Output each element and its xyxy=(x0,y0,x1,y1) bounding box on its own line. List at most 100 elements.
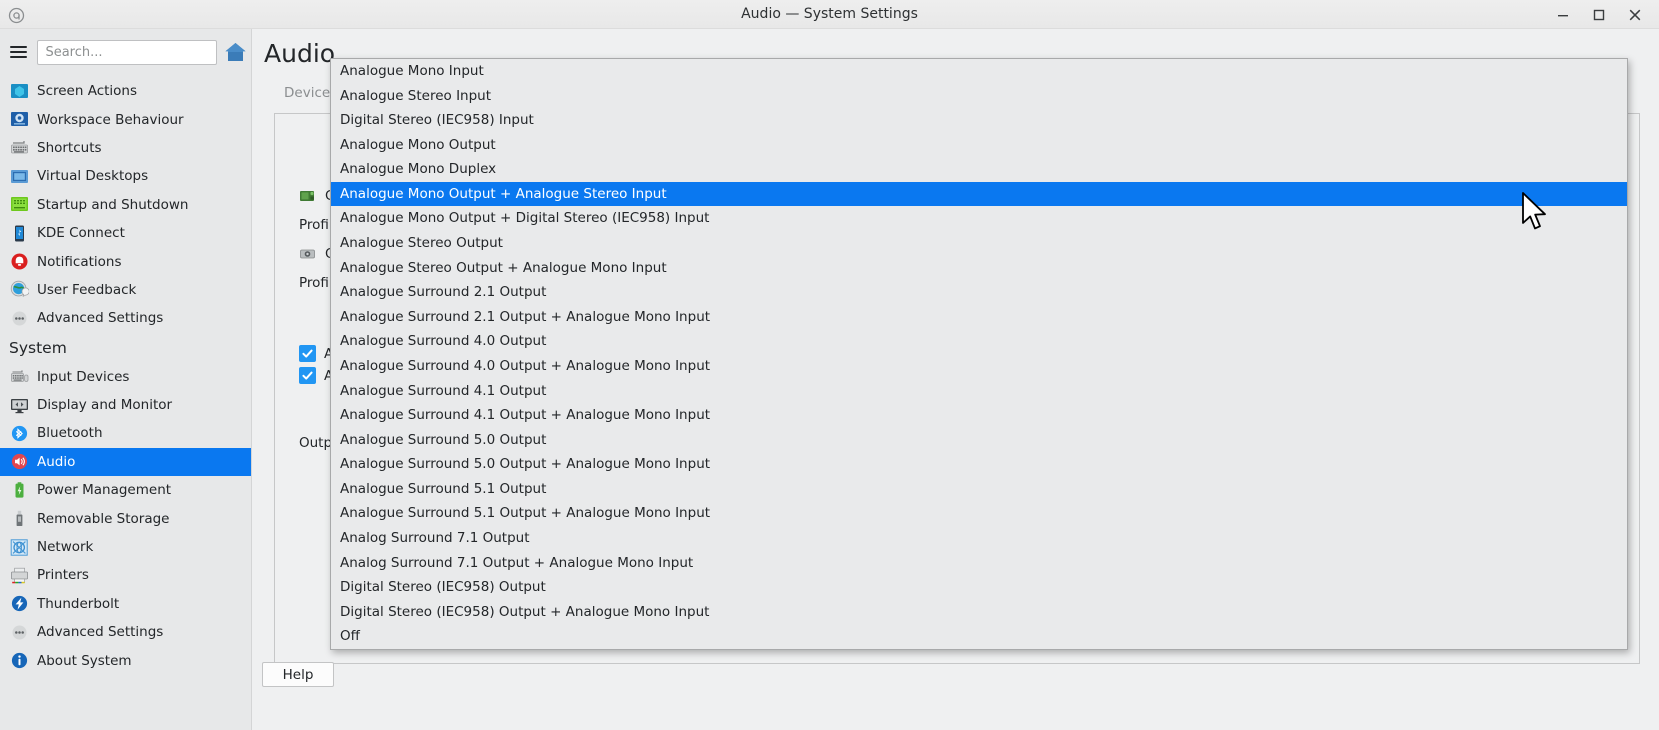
display-monitor-icon xyxy=(10,396,29,415)
hamburger-menu-icon[interactable] xyxy=(0,37,37,67)
sidebar-item-about-system[interactable]: About System xyxy=(0,646,251,674)
sidebar-item-kde-connect[interactable]: KDE Connect xyxy=(0,219,251,247)
window-title: Audio — System Settings xyxy=(741,6,918,22)
dropdown-item[interactable]: Off xyxy=(331,624,1627,649)
sidebar-item-shortcuts[interactable]: Shortcuts xyxy=(0,134,251,162)
sidebar-item-virtual-desktops[interactable]: Virtual Desktops xyxy=(0,162,251,190)
dropdown-item[interactable]: Digital Stereo (IEC958) Output xyxy=(331,575,1627,600)
sidebar-item-bluetooth[interactable]: Bluetooth xyxy=(0,419,251,447)
sidebar-item-system-advanced-settings[interactable]: Advanced Settings xyxy=(0,618,251,646)
webcam-icon xyxy=(299,244,318,263)
maximize-button[interactable] xyxy=(1581,0,1617,29)
dropdown-item[interactable]: Analogue Surround 4.1 Output xyxy=(331,379,1627,404)
sidebar-item-user-feedback[interactable]: User Feedback xyxy=(0,276,251,304)
sidebar: Screen Actions Workspace Behaviour xyxy=(0,29,252,730)
dropdown-item[interactable]: Analog Surround 7.1 Output xyxy=(331,526,1627,551)
dropdown-item[interactable]: Digital Stereo (IEC958) Input xyxy=(331,108,1627,133)
sidebar-item-label: Screen Actions xyxy=(37,83,138,100)
sidebar-section-header-system: System xyxy=(0,333,251,363)
sidebar-item-label: Virtual Desktops xyxy=(37,168,149,185)
sidebar-item-label: User Feedback xyxy=(37,281,137,298)
tab-device[interactable]: Device xyxy=(284,85,330,101)
sidebar-item-thunderbolt[interactable]: Thunderbolt xyxy=(0,590,251,618)
sidebar-nav-list: Screen Actions Workspace Behaviour Short… xyxy=(0,77,251,730)
sidebar-item-label: Advanced Settings xyxy=(37,624,164,641)
sidebar-item-label: Advanced Settings xyxy=(37,310,164,327)
dropdown-item[interactable]: Analogue Mono Input xyxy=(331,59,1627,84)
close-button[interactable] xyxy=(1617,0,1653,29)
sidebar-item-label: Startup and Shutdown xyxy=(37,196,189,213)
sidebar-item-startup-and-shutdown[interactable]: Startup and Shutdown xyxy=(0,191,251,219)
sidebar-item-label: Shortcuts xyxy=(37,139,102,156)
search-input[interactable] xyxy=(37,39,218,65)
dropdown-item[interactable]: Analogue Stereo Output xyxy=(331,231,1627,256)
virtual-desktops-icon xyxy=(10,167,29,186)
checkbox-checked-icon[interactable] xyxy=(299,367,316,384)
notifications-icon xyxy=(10,252,29,271)
thunderbolt-icon xyxy=(10,594,29,613)
sidebar-item-label: Removable Storage xyxy=(37,510,170,527)
sidebar-item-label: KDE Connect xyxy=(37,225,125,242)
dropdown-item[interactable]: Analogue Surround 5.0 Output xyxy=(331,428,1627,453)
sidebar-item-label: About System xyxy=(37,652,132,669)
minimize-icon xyxy=(1558,14,1568,16)
removable-storage-icon xyxy=(10,509,29,528)
dropdown-item[interactable]: Analogue Surround 5.1 Output + Analogue … xyxy=(331,501,1627,526)
sidebar-toolbar xyxy=(0,35,251,69)
sidebar-item-label: Printers xyxy=(37,567,89,584)
power-management-icon xyxy=(10,481,29,500)
help-button[interactable]: Help xyxy=(262,662,334,687)
sidebar-item-screen-actions[interactable]: Screen Actions xyxy=(0,77,251,105)
sidebar-item-network[interactable]: Network xyxy=(0,533,251,561)
dropdown-item[interactable]: Analogue Surround 5.0 Output + Analogue … xyxy=(331,452,1627,477)
audio-icon xyxy=(10,452,29,471)
advanced-settings-icon xyxy=(10,309,29,328)
dropdown-item[interactable]: Analogue Mono Output + Digital Stereo (I… xyxy=(331,206,1627,231)
dropdown-item[interactable]: Analogue Surround 4.1 Output + Analogue … xyxy=(331,403,1627,428)
input-devices-icon xyxy=(10,367,29,386)
about-system-icon xyxy=(10,651,29,670)
system-settings-window: Audio — System Settings Search... Screen… xyxy=(0,0,1659,730)
dropdown-item[interactable]: Analogue Mono Output xyxy=(331,133,1627,158)
dropdown-item-selected[interactable]: Analogue Mono Output + Analogue Stereo I… xyxy=(331,181,1627,207)
sidebar-item-power-management[interactable]: Power Management xyxy=(0,476,251,504)
dropdown-item[interactable]: Analogue Surround 2.1 Output xyxy=(331,280,1627,305)
dropdown-item[interactable]: Digital Stereo (IEC958) Output + Analogu… xyxy=(331,600,1627,625)
sidebar-item-input-devices[interactable]: Input Devices xyxy=(0,363,251,391)
sidebar-item-label: Power Management xyxy=(37,482,172,499)
dropdown-item[interactable]: Analogue Surround 5.1 Output xyxy=(331,477,1627,502)
dropdown-item[interactable]: Analogue Surround 2.1 Output + Analogue … xyxy=(331,305,1627,330)
kde-connect-icon xyxy=(10,224,29,243)
sidebar-item-label: Network xyxy=(37,539,94,556)
sidebar-item-audio[interactable]: Audio xyxy=(0,447,251,477)
home-icon[interactable] xyxy=(218,37,251,67)
app-indicator-icon xyxy=(6,5,26,25)
dropdown-item[interactable]: Analogue Mono Duplex xyxy=(331,157,1627,182)
sidebar-item-label: Audio xyxy=(37,453,76,470)
sound-card-icon xyxy=(299,186,318,205)
minimize-button[interactable] xyxy=(1545,0,1581,29)
dropdown-item[interactable]: Analogue Stereo Output + Analogue Mono I… xyxy=(331,256,1627,281)
dropdown-item[interactable]: Analogue Surround 4.0 Output xyxy=(331,329,1627,354)
dropdown-item[interactable]: Analogue Surround 4.0 Output + Analogue … xyxy=(331,354,1627,379)
printers-icon xyxy=(10,566,29,585)
network-icon xyxy=(10,538,29,557)
sidebar-item-label: Notifications xyxy=(37,253,122,270)
sidebar-item-workspace-behaviour[interactable]: Workspace Behaviour xyxy=(0,105,251,133)
window-controls xyxy=(1545,0,1653,29)
close-icon xyxy=(1629,9,1641,20)
sidebar-item-label: Workspace Behaviour xyxy=(37,111,184,128)
page-title: Audio xyxy=(264,39,336,68)
sidebar-item-display-and-monitor[interactable]: Display and Monitor xyxy=(0,391,251,419)
sidebar-item-removable-storage[interactable]: Removable Storage xyxy=(0,504,251,532)
dropdown-item[interactable]: Analog Surround 7.1 Output + Analogue Mo… xyxy=(331,551,1627,576)
sidebar-item-label: Input Devices xyxy=(37,368,130,385)
checkbox-checked-icon[interactable] xyxy=(299,345,316,362)
dropdown-list: Analogue Mono Input Analogue Stereo Inpu… xyxy=(331,59,1627,649)
sidebar-item-notifications[interactable]: Notifications xyxy=(0,247,251,275)
startup-shutdown-icon xyxy=(10,195,29,214)
dropdown-item[interactable]: Analogue Stereo Input xyxy=(331,84,1627,109)
title-bar: Audio — System Settings xyxy=(0,0,1659,29)
sidebar-item-printers[interactable]: Printers xyxy=(0,561,251,589)
sidebar-item-advanced-settings[interactable]: Advanced Settings xyxy=(0,304,251,332)
